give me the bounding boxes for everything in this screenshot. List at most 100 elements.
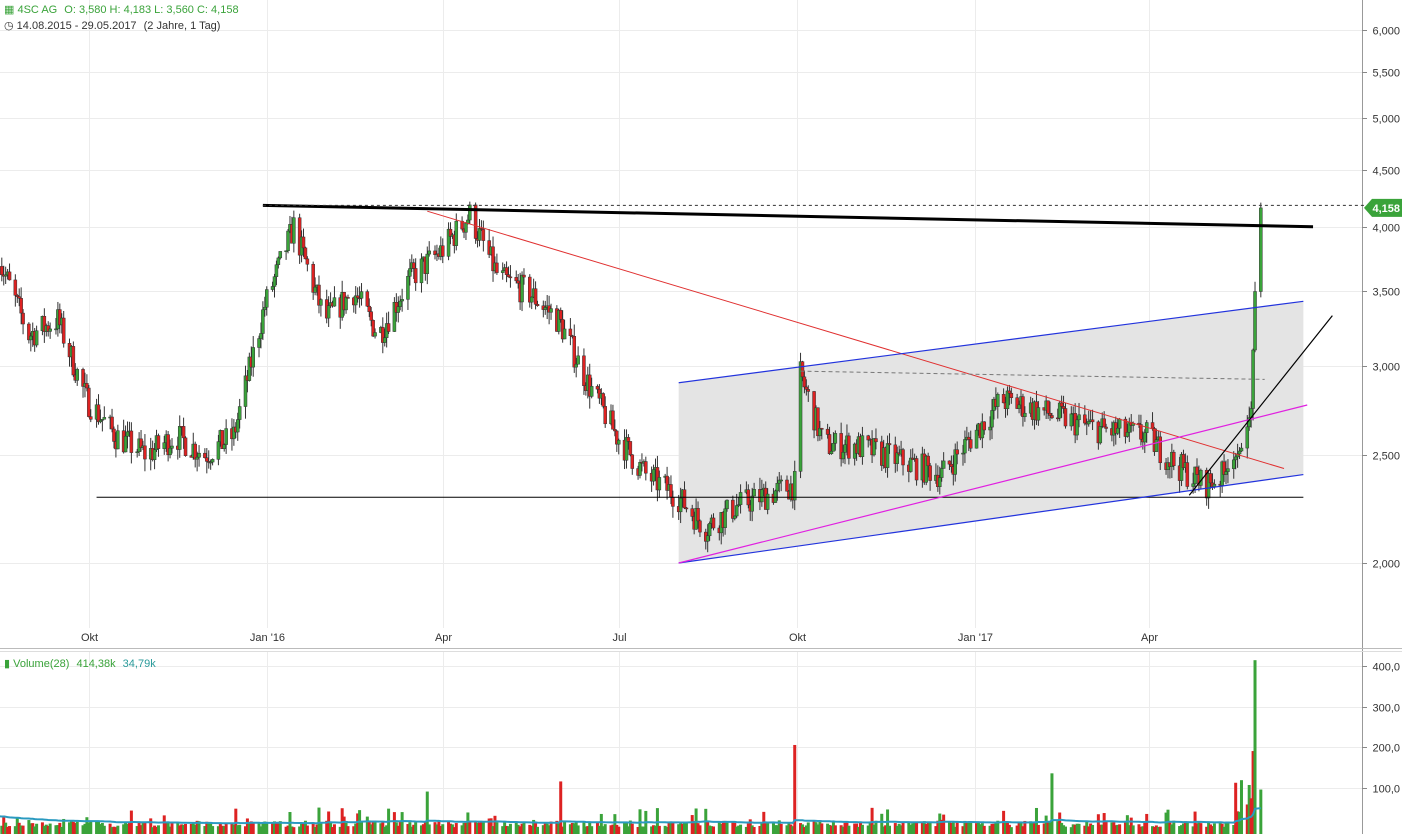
candle-body xyxy=(711,517,716,529)
candle-body xyxy=(734,505,739,517)
candle-body xyxy=(21,312,25,325)
candle-body xyxy=(738,492,743,505)
candle-body xyxy=(860,435,865,457)
candle-body xyxy=(1077,414,1081,421)
candle-body xyxy=(286,230,290,251)
volume-bar xyxy=(48,823,52,834)
volume-ma-value: 34,79k xyxy=(122,658,156,670)
volume-bar xyxy=(35,823,39,834)
candle-body xyxy=(1191,483,1195,487)
candle-body xyxy=(1059,402,1064,407)
candle-body xyxy=(278,251,283,259)
candle-body xyxy=(574,363,578,368)
candle-body xyxy=(572,336,577,368)
chart-header-range: ◷ 14.08.2015 - 29.05.2017 (2 Jahre, 1 Ta… xyxy=(4,19,220,32)
candle-body xyxy=(589,386,594,397)
candle-body xyxy=(1259,207,1263,292)
candle-body xyxy=(85,383,89,389)
candle-body xyxy=(1199,469,1203,486)
volume-bar xyxy=(671,822,675,834)
candle-body xyxy=(582,355,586,386)
volume-gridlines xyxy=(0,666,1362,789)
candle-body xyxy=(303,247,308,260)
volume-bar xyxy=(536,826,540,834)
candle-body xyxy=(696,508,700,522)
candle-body xyxy=(1061,406,1066,409)
candle-body xyxy=(1001,394,1006,404)
clock-icon: ◷ xyxy=(4,20,14,32)
candle-body xyxy=(1208,473,1213,484)
candle-body xyxy=(168,447,172,456)
candle-body xyxy=(690,508,694,517)
candle-body xyxy=(369,311,373,321)
price-tick-label: 2,500 xyxy=(1372,451,1400,463)
candle-body xyxy=(1158,436,1163,464)
candle-body xyxy=(750,495,754,512)
candle-body xyxy=(319,299,323,306)
candle-body xyxy=(454,220,459,246)
candle-body xyxy=(522,274,526,278)
candle-body xyxy=(638,462,642,476)
volume-bar xyxy=(75,821,79,834)
candle-body xyxy=(396,306,401,313)
volume-bar xyxy=(698,825,702,834)
volume-axis-ticks: 400,0 300,0 200,0 100,0 xyxy=(1362,662,1400,796)
candle-body xyxy=(125,431,130,437)
candle-body xyxy=(1195,466,1199,475)
last-price-tag-label: 4,158 xyxy=(1372,203,1400,215)
candle-body xyxy=(468,204,472,221)
candle-body xyxy=(398,300,402,307)
volume-bar xyxy=(752,827,756,834)
price-tick-label: 5,000 xyxy=(1372,114,1400,126)
candle-body xyxy=(1050,415,1054,419)
candle-body xyxy=(682,489,687,509)
candle-body xyxy=(373,332,377,337)
price-tick-label: 3,000 xyxy=(1372,362,1400,374)
volume-bar xyxy=(1104,820,1108,834)
candle-body xyxy=(224,428,228,445)
volume-bar xyxy=(1091,824,1095,834)
candle-body xyxy=(963,439,967,454)
volume-bar xyxy=(495,822,499,834)
candle-body xyxy=(543,307,547,310)
candle-body xyxy=(1007,390,1012,394)
candle-body xyxy=(955,449,959,455)
period-label: (2 Jahre, 1 Tag) xyxy=(143,20,221,32)
volume-tick-label: 300,0 xyxy=(1372,703,1400,715)
candle-body xyxy=(292,217,296,244)
candle-body xyxy=(1143,432,1147,443)
candle-body xyxy=(1231,459,1236,469)
volume-bar xyxy=(1009,827,1013,834)
price-tick-label: 4,000 xyxy=(1372,223,1400,235)
candle-body xyxy=(367,305,372,312)
candle-body xyxy=(1069,413,1074,427)
volume-header: ▮ Volume(28) 414,38k 34,79k xyxy=(4,657,156,670)
candle-body xyxy=(829,451,834,455)
price-axis-ticks: 6,000 5,500 5,000 4,500 4,000 3,500 3,000 2,500… xyxy=(1362,26,1400,571)
candle-body xyxy=(1048,413,1052,416)
candle-body xyxy=(210,459,215,463)
volume-bar xyxy=(779,823,783,834)
candle-body xyxy=(265,289,269,308)
volume-bar xyxy=(305,825,309,834)
volume-bar xyxy=(427,824,431,834)
candle-body xyxy=(129,430,134,453)
candle-body xyxy=(914,458,919,481)
candle-body xyxy=(197,452,201,458)
candle-body xyxy=(1185,462,1190,487)
candle-body xyxy=(765,493,770,510)
chart-header-symbol: ▦ 4SC AG O: 3,580 H: 4,183 L: 3,560 C: 4… xyxy=(4,3,239,16)
candle-body xyxy=(177,426,182,450)
candle-body xyxy=(216,441,221,460)
candle-body xyxy=(1005,390,1010,409)
candle-body xyxy=(752,489,756,497)
volume-bar xyxy=(1199,823,1203,834)
volume-bar xyxy=(847,825,851,834)
candle-body xyxy=(926,455,930,466)
candle-body xyxy=(603,406,607,425)
candle-body xyxy=(440,245,445,257)
volume-bar xyxy=(739,824,743,834)
candle-body xyxy=(365,291,370,307)
candle-body xyxy=(798,361,803,472)
candle-body xyxy=(841,452,845,460)
